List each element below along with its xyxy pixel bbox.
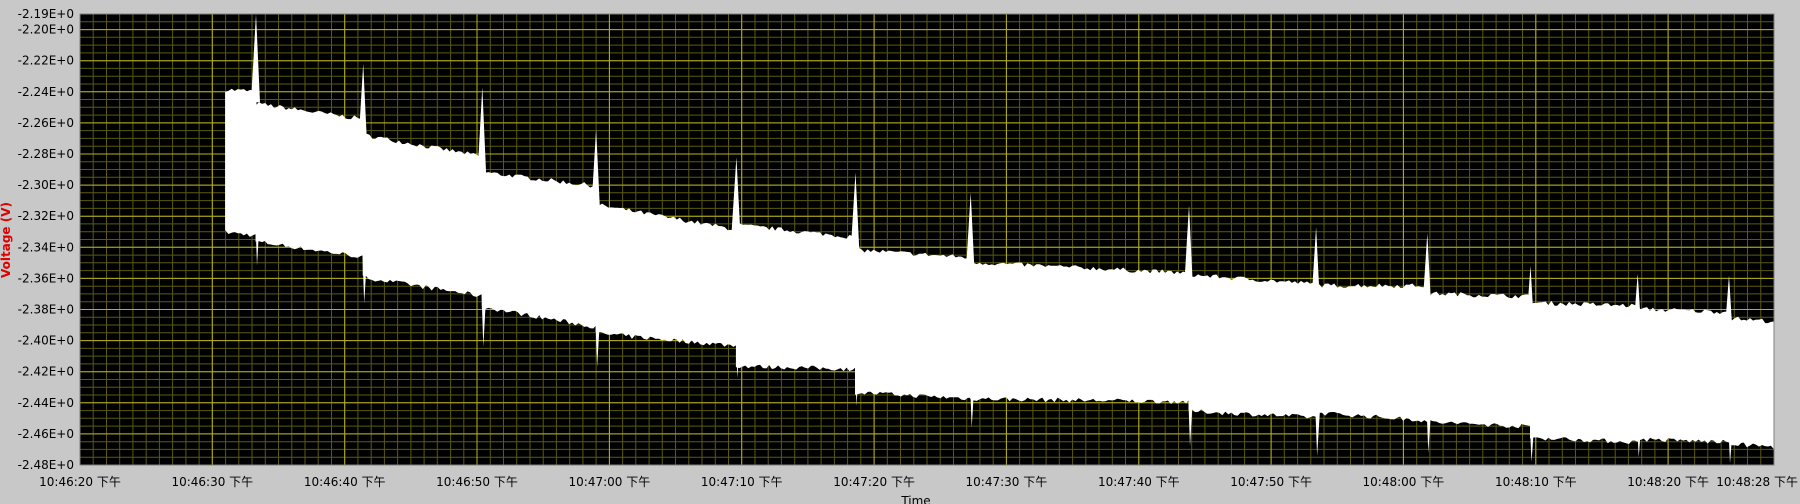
x-tick-label: 10:48:10 下午 (1495, 475, 1577, 489)
trace-segment (225, 88, 257, 237)
x-tick-label: 10:48:00 下午 (1363, 475, 1445, 489)
trace-segment (855, 247, 972, 401)
y-tick-label: -2.46E+0 (18, 427, 74, 441)
trace-segment (1188, 273, 1317, 419)
y-tick-label: -2.24E+0 (18, 85, 74, 99)
y-tick-label: -2.26E+0 (18, 116, 74, 130)
trace-segment (362, 132, 483, 297)
x-tick-label: 10:48:20 下午 (1627, 475, 1709, 489)
chart-svg: -2.19E+0 -2.20E+0 -2.22E+0 -2.24E+0 -2.26E+0… (0, 0, 1800, 504)
x-tick-label: 10:47:40 下午 (1098, 475, 1180, 489)
trace-segment (595, 203, 737, 347)
y-tick-label: -2.42E+0 (18, 365, 74, 379)
x-tick-label: 10:48:28 下午 (1716, 475, 1798, 489)
x-tick-label: 10:46:50 下午 (436, 475, 518, 489)
y-tick-label: -2.30E+0 (18, 178, 74, 192)
y-tick-label: -2.48E+0 (18, 458, 74, 472)
y-tick-label: -2.40E+0 (18, 334, 74, 348)
trace-segment (735, 223, 856, 372)
x-tick-label: 10:47:00 下午 (569, 475, 651, 489)
y-tick-label: -2.28E+0 (18, 147, 74, 161)
x-tick-label: 10:47:20 下午 (833, 475, 915, 489)
y-tick-label: -2.34E+0 (18, 240, 74, 254)
x-tick-label: 10:47:30 下午 (966, 475, 1048, 489)
y-tick-label: -2.19E+0 (18, 7, 74, 21)
y-tick-label: -2.20E+0 (18, 23, 74, 37)
trace-segment (1426, 291, 1531, 429)
y-tick-label: -2.22E+0 (18, 54, 74, 68)
x-axis-title: Time (900, 494, 930, 504)
y-axis-title: Voltage (V) (0, 202, 13, 278)
x-tick-label: 10:46:40 下午 (304, 475, 386, 489)
trace-segment (1315, 282, 1428, 423)
x-tick-label: 10:47:10 下午 (701, 475, 783, 489)
y-tick-label: -2.44E+0 (18, 396, 74, 410)
y-tick-label: -2.36E+0 (18, 271, 74, 285)
y-tick-label: -2.32E+0 (18, 209, 74, 223)
trace-segment (481, 172, 597, 329)
x-tick-label: 10:47:50 下午 (1230, 475, 1312, 489)
waveform-graph[interactable]: -2.19E+0 -2.20E+0 -2.22E+0 -2.24E+0 -2.26E+0… (0, 0, 1800, 504)
x-tick-label: 10:46:30 下午 (171, 475, 253, 489)
trace-segment (255, 102, 364, 258)
trace-segment (1728, 316, 1775, 450)
trace-segment (1530, 300, 1639, 444)
y-tick-label: -2.38E+0 (18, 303, 74, 317)
trace-segment (970, 262, 1190, 405)
trace-segment (1637, 306, 1730, 444)
x-tick-label: 10:46:20 下午 (39, 475, 121, 489)
